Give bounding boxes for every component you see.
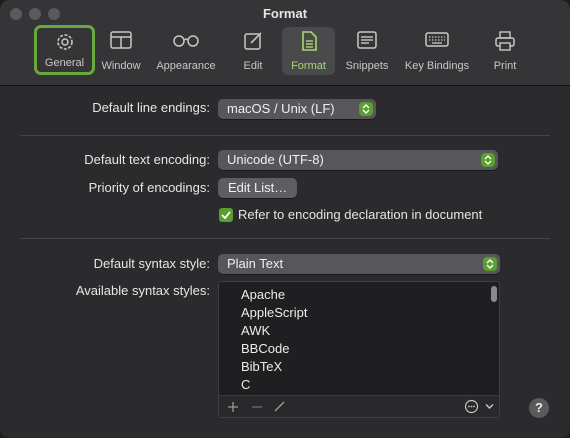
printer-icon [495, 31, 515, 51]
list-item[interactable]: AWK [241, 323, 270, 338]
tab-snippets-label: Snippets [345, 60, 389, 72]
chevron-up-down-icon [483, 257, 497, 271]
plus-icon[interactable] [227, 401, 239, 413]
pencil-icon[interactable] [273, 400, 286, 413]
tab-appearance[interactable]: Appearance [150, 27, 222, 75]
tab-edit[interactable]: Edit [230, 27, 276, 75]
window-title: Format [262, 6, 308, 21]
list-footer [219, 395, 499, 417]
line-endings-value: macOS / Unix (LF) [227, 101, 335, 116]
document-icon [301, 31, 317, 51]
text-encoding-label: Default text encoding: [84, 152, 210, 167]
divider [20, 238, 550, 239]
checkmark-icon [221, 211, 231, 220]
available-syntax-styles-label: Available syntax styles: [75, 283, 210, 298]
syntax-style-value: Plain Text [227, 256, 284, 271]
syntax-style-popup[interactable]: Plain Text [218, 254, 500, 274]
tab-window[interactable]: Window [96, 27, 146, 75]
more-actions-icon[interactable] [464, 399, 479, 414]
minus-icon[interactable] [251, 401, 263, 413]
list-item[interactable]: AppleScript [241, 305, 307, 320]
tab-appearance-label: Appearance [156, 60, 216, 72]
divider [20, 135, 550, 136]
tab-key-bindings[interactable]: Key Bindings [400, 27, 474, 75]
tab-format-label: Format [291, 60, 326, 72]
list-item[interactable]: Apache [241, 287, 285, 302]
keyboard-icon [425, 32, 449, 47]
chevron-down-icon[interactable] [485, 403, 494, 410]
tab-general[interactable]: General [34, 25, 95, 75]
list-item[interactable]: C [241, 377, 250, 392]
priority-of-encodings-label: Priority of encodings: [88, 180, 210, 195]
list-item[interactable]: BibTeX [241, 359, 282, 374]
preferences-window: Format General Window Appearance Edit Fo… [0, 0, 570, 438]
tab-print-label: Print [493, 60, 517, 72]
tab-snippets[interactable]: Snippets [340, 27, 394, 75]
window-icon [110, 31, 132, 49]
titlebar: Format General Window Appearance Edit Fo… [0, 0, 570, 86]
snippets-icon [357, 31, 377, 49]
line-endings-label: Default line endings: [92, 100, 210, 115]
text-encoding-popup[interactable]: Unicode (UTF-8) [218, 150, 498, 170]
tab-window-label: Window [101, 60, 141, 72]
glasses-icon [173, 35, 199, 47]
gear-icon [56, 34, 73, 50]
syntax-style-label: Default syntax style: [93, 256, 210, 271]
refer-encoding-label: Refer to encoding declaration in documen… [238, 207, 483, 222]
edit-list-button[interactable]: Edit List… [218, 178, 298, 198]
tab-key-bindings-label: Key Bindings [404, 60, 470, 72]
refer-encoding-checkbox[interactable] [219, 208, 233, 222]
text-encoding-value: Unicode (UTF-8) [227, 152, 324, 167]
tab-format[interactable]: Format [282, 27, 335, 75]
line-endings-popup[interactable]: macOS / Unix (LF) [218, 99, 376, 119]
chevron-up-down-icon [359, 102, 373, 116]
help-button[interactable]: ? [529, 398, 549, 418]
list-item[interactable]: BBCode [241, 341, 289, 356]
list-scrollbar[interactable] [491, 286, 497, 302]
tab-general-label: General [44, 57, 85, 69]
edit-icon [244, 32, 262, 50]
tab-print[interactable]: Print [484, 27, 526, 75]
syntax-styles-list[interactable]: Apache AppleScript AWK BBCode BibTeX C [218, 281, 500, 418]
tab-edit-label: Edit [243, 60, 263, 72]
chevron-up-down-icon [481, 153, 495, 167]
